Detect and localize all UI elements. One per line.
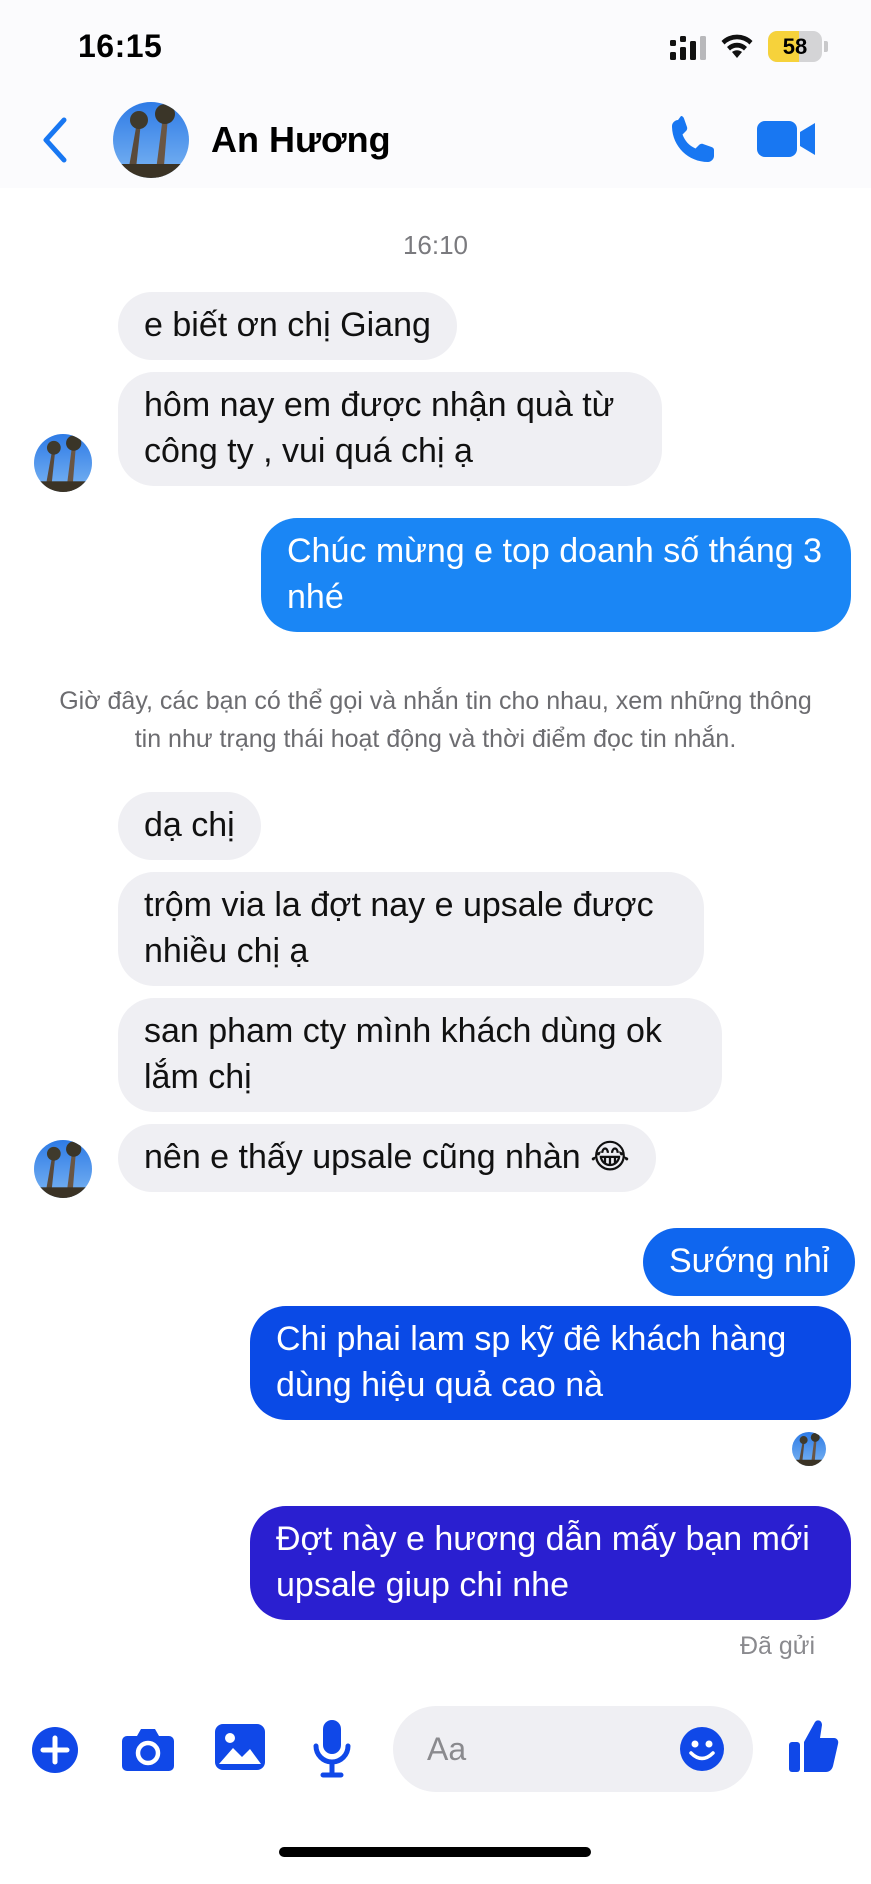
thumbs-up-icon[interactable] xyxy=(789,1718,839,1774)
phone-icon[interactable] xyxy=(666,112,720,166)
incoming-message[interactable]: trộm via la đợt nay e upsale được nhiều … xyxy=(118,872,704,986)
status-bar: 16:15 58 xyxy=(0,0,871,92)
incoming-message[interactable]: nên e thấy upsale cũng nhàn 😂 xyxy=(118,1124,656,1192)
avatar-image xyxy=(113,102,189,178)
camera-icon[interactable] xyxy=(121,1726,175,1772)
outgoing-message[interactable]: Đợt này e hương dẫn mấy bạn mới upsale g… xyxy=(250,1506,851,1620)
battery-cap xyxy=(824,41,828,52)
chat-header: An Hương xyxy=(0,92,871,188)
status-time: 16:15 xyxy=(78,28,163,64)
contact-avatar[interactable] xyxy=(113,102,189,178)
message-timestamp: 16:10 xyxy=(402,230,469,260)
incoming-message[interactable]: hôm nay em được nhận quà từ công ty , vu… xyxy=(118,372,662,486)
outgoing-message[interactable]: Sướng nhỉ xyxy=(643,1228,856,1296)
message-input-container[interactable] xyxy=(393,1706,753,1792)
plus-icon[interactable] xyxy=(31,1726,79,1774)
image-icon[interactable] xyxy=(215,1724,265,1770)
outgoing-message[interactable]: Chi phai lam sp kỹ đê khách hàng dùng hi… xyxy=(250,1306,851,1420)
avatar-image xyxy=(34,434,92,492)
sender-avatar[interactable] xyxy=(34,434,92,492)
avatar-image xyxy=(34,1140,92,1198)
contact-name[interactable]: An Hương xyxy=(211,119,391,161)
video-camera-icon[interactable] xyxy=(757,118,817,160)
battery-icon: 58 xyxy=(768,31,822,62)
home-indicator xyxy=(279,1847,591,1857)
message-composer xyxy=(0,1698,871,1808)
emoji-icon[interactable] xyxy=(679,1726,725,1772)
message-input[interactable] xyxy=(427,1726,667,1772)
battery-level: 58 xyxy=(782,34,808,59)
incoming-message[interactable]: e biết ơn chị Giang xyxy=(118,292,457,360)
outgoing-message[interactable]: Chúc mừng e top doanh số tháng 3 nhé xyxy=(261,518,851,632)
avatar-image xyxy=(792,1432,826,1466)
system-notice: Giờ đây, các bạn có thể gọi và nhắn tin … xyxy=(59,687,812,753)
seen-receipt-avatar xyxy=(792,1432,826,1466)
microphone-icon[interactable] xyxy=(313,1720,351,1778)
wifi-icon xyxy=(721,34,753,58)
incoming-message[interactable]: san pham cty mình khách dùng ok lắm chị xyxy=(118,998,722,1112)
cellular-signal-icon xyxy=(670,36,706,60)
sender-avatar[interactable] xyxy=(34,1140,92,1198)
sent-status: Đã gửi xyxy=(740,1632,816,1660)
incoming-message[interactable]: dạ chị xyxy=(118,792,261,860)
back-chevron-icon[interactable] xyxy=(38,114,74,166)
